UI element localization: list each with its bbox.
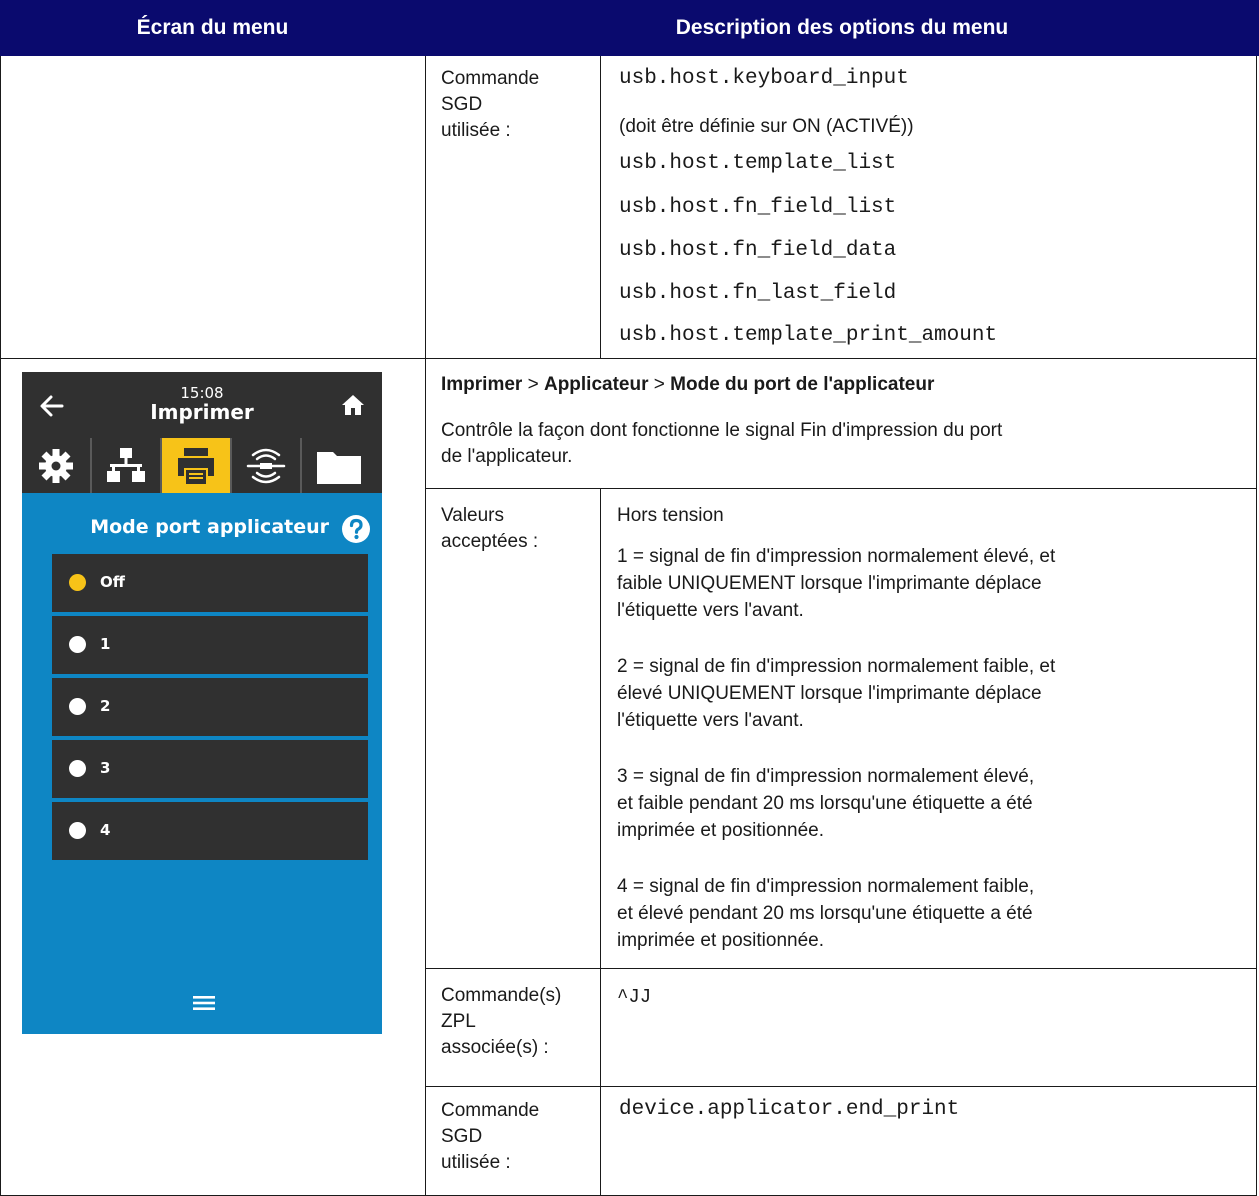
sgd-label: Commande SGD utilisée : (441, 1098, 539, 1176)
tab-bar (22, 438, 382, 493)
printer-screen: 15:08 Imprimer Mode port applicateur Off… (22, 372, 382, 1034)
header-menu-screen: Écran du menu (0, 0, 425, 56)
value-entry: 1 = signal de fin d'impression normaleme… (617, 543, 1055, 624)
value-line: Hors tension (617, 505, 724, 526)
sgd-label-line: Commande (441, 1100, 540, 1121)
gear-icon (39, 449, 73, 483)
folder-icon (317, 452, 361, 484)
breadcrumb-item: Mode du port de l'applicateur (670, 374, 935, 395)
row1-label-line: SGD (441, 94, 483, 115)
value-line: l'étiquette vers l'avant. (617, 600, 804, 621)
values-label: Valeurs acceptées : (441, 503, 538, 555)
table-border-left (0, 56, 1, 1196)
help-icon[interactable] (341, 514, 371, 544)
zpl-label-line: ZPL (441, 1011, 476, 1032)
value-entry: 2 = signal de fin d'impression normaleme… (617, 653, 1055, 734)
table-divider-main (425, 56, 426, 1196)
zpl-command: ^JJ (617, 986, 652, 1008)
tab-storage[interactable] (302, 438, 382, 493)
value-entry: 4 = signal de fin d'impression normaleme… (617, 873, 1034, 954)
tab-settings[interactable] (22, 438, 92, 493)
panel-title-text: Mode port applicateur (90, 516, 329, 538)
zpl-label-line: associée(s) : (441, 1037, 549, 1058)
description-line: de l'applicateur. (441, 446, 573, 467)
sgd-command: usb.host.fn_field_data (619, 239, 897, 262)
option-2[interactable]: 2 (52, 678, 368, 736)
row1-label: Commande SGD utilisée : (441, 66, 539, 144)
value-line: 1 = signal de fin d'impression normaleme… (617, 546, 1056, 567)
sgd-label-line: SGD (441, 1126, 483, 1147)
status-bar: 15:08 Imprimer (22, 372, 382, 493)
zpl-label: Commande(s) ZPL associée(s) : (441, 983, 561, 1061)
breadcrumb-item: Applicateur (543, 374, 649, 395)
radio (69, 760, 86, 777)
radio (69, 698, 86, 715)
value-line: 2 = signal de fin d'impression normaleme… (617, 656, 1056, 677)
value-entry: 3 = signal de fin d'impression normaleme… (617, 763, 1034, 844)
breadcrumb-item: Imprimer (441, 374, 523, 395)
row1-subdivider (600, 56, 601, 358)
sgd-command: usb.host.template_list (619, 152, 897, 175)
row2-sep-values (425, 488, 1257, 489)
radio (69, 636, 86, 653)
tab-network[interactable] (92, 438, 162, 493)
tab-print[interactable] (162, 438, 232, 493)
option-label: 2 (100, 697, 111, 715)
value-line: l'étiquette vers l'avant. (617, 710, 804, 731)
breadcrumb-separator: > (648, 374, 671, 395)
row-separator (0, 358, 1257, 359)
option-label: 3 (100, 759, 111, 777)
sgd-command: device.applicator.end_print (619, 1098, 960, 1121)
value-line: et faible pendant 20 ms lorsqu'une étiqu… (617, 793, 1033, 814)
option-label: Off (100, 573, 125, 591)
option-description: Contrôle la façon dont fonctionne le sig… (441, 418, 1002, 470)
values-label-line: acceptées : (441, 531, 539, 552)
row2-sep-zpl (425, 968, 1257, 969)
rfid-icon (246, 448, 286, 484)
value-line: 4 = signal de fin d'impression normaleme… (617, 876, 1035, 897)
description-line: Contrôle la façon dont fonctionne le sig… (441, 420, 1003, 441)
value-line: imprimée et positionnée. (617, 820, 824, 841)
network-icon (107, 448, 145, 482)
value-line: imprimée et positionnée. (617, 930, 824, 951)
sgd-note: (doit être définie sur ON (ACTIVÉ)) (619, 116, 914, 137)
row2-subdivider (600, 488, 601, 1196)
sgd-label-line: utilisée : (441, 1152, 511, 1173)
tab-rfid[interactable] (232, 438, 302, 493)
hamburger-menu-icon[interactable] (193, 994, 215, 1012)
printer-icon (178, 448, 214, 484)
row1-label-line: utilisée : (441, 120, 511, 141)
row2-sep-sgd (425, 1086, 1257, 1087)
screen-title: Imprimer (150, 400, 254, 424)
zpl-label-line: Commande(s) (441, 985, 562, 1006)
option-off[interactable]: Off (52, 554, 368, 612)
sgd-command: usb.host.keyboard_input (619, 67, 909, 90)
option-1[interactable]: 1 (52, 616, 368, 674)
value-line: et élevé pendant 20 ms lorsqu'une étique… (617, 903, 1033, 924)
option-label: 1 (100, 635, 111, 653)
sgd-command: usb.host.fn_last_field (619, 282, 897, 305)
value-line: faible UNIQUEMENT lorsque l'imprimante d… (617, 573, 1042, 594)
option-label: 4 (100, 821, 111, 839)
value-entry: Hors tension (617, 503, 724, 529)
table-border-right (1256, 56, 1257, 1196)
sgd-command: usb.host.fn_field_list (619, 196, 897, 219)
header-menu-description: Description des options du menu (425, 0, 1259, 56)
radio-selected (69, 574, 86, 591)
breadcrumb-separator: > (522, 374, 544, 395)
value-line: élevé UNIQUEMENT lorsque l'imprimante dé… (617, 683, 1042, 704)
breadcrumb: Imprimer > Applicateur > Mode du port de… (441, 372, 934, 398)
row1-label-line: Commande (441, 68, 540, 89)
radio (69, 822, 86, 839)
home-icon[interactable] (340, 392, 366, 418)
option-4[interactable]: 4 (52, 802, 368, 860)
menu-table: Écran du menu Description des options du… (0, 0, 1259, 1196)
value-line: 3 = signal de fin d'impression normaleme… (617, 766, 1035, 787)
values-label-line: Valeurs (441, 505, 505, 526)
sgd-command: usb.host.template_print_amount (619, 324, 998, 347)
option-3[interactable]: 3 (52, 740, 368, 798)
